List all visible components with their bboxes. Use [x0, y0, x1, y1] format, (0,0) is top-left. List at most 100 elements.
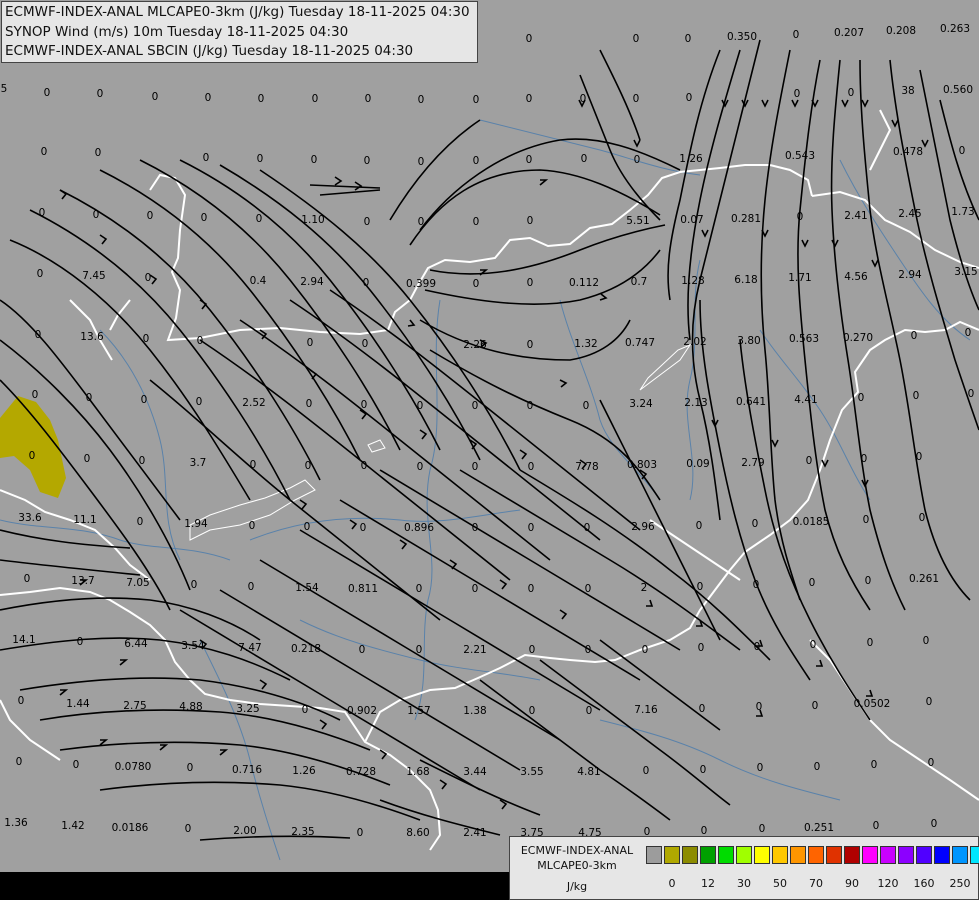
sbcin-label: 0: [580, 93, 587, 105]
sbcin-label: 7.05: [126, 577, 149, 589]
sbcin-label: 0: [141, 394, 148, 406]
sbcin-label: 0: [201, 212, 208, 224]
sbcin-label: 0: [139, 455, 146, 467]
sbcin-label: 0.902: [347, 705, 377, 717]
legend-swatch: [952, 846, 968, 864]
sbcin-label: 0: [926, 696, 933, 708]
sbcin-label: 1.38: [463, 705, 486, 717]
sbcin-label: 0: [417, 400, 424, 412]
legend-swatch: [844, 846, 860, 864]
sbcin-label: 0: [361, 460, 368, 472]
sbcin-label: 0: [756, 701, 763, 713]
sbcin-label: 0: [311, 154, 318, 166]
sbcin-label: 0: [867, 637, 874, 649]
sbcin-label: 0.641: [736, 396, 766, 408]
sbcin-label: 4.81: [577, 766, 600, 778]
legend-swatch: [718, 846, 734, 864]
sbcin-label: 7.45: [82, 270, 105, 282]
sbcin-label: 0.478: [893, 146, 923, 158]
sbcin-label: 0: [848, 87, 855, 99]
sbcin-label: 0: [416, 583, 423, 595]
sbcin-label: 7.47: [238, 642, 261, 654]
legend-swatch: [970, 846, 979, 864]
sbcin-label: 2.52: [242, 397, 265, 409]
sbcin-label: 0: [814, 761, 821, 773]
sbcin-label: 2.41: [463, 827, 486, 839]
sbcin-label: 0: [306, 398, 313, 410]
sbcin-label: 0.350: [727, 31, 757, 43]
sbcin-label: 0: [257, 153, 264, 165]
sbcin-label: 0.7: [631, 276, 648, 288]
sbcin-label: 0: [527, 400, 534, 412]
sbcin-label: 0: [304, 521, 311, 533]
sbcin-label: 0.0780: [115, 761, 152, 773]
map-title-box: ECMWF-INDEX-ANAL MLCAPE0-3km (J/kg) Tues…: [1, 1, 478, 63]
sbcin-label: 3.55: [520, 766, 543, 778]
sbcin-label: 0: [526, 93, 533, 105]
sbcin-label: 0: [931, 818, 938, 830]
sbcin-label: 7.78: [575, 461, 598, 473]
sbcin-label: 0: [529, 705, 536, 717]
sbcin-label: 0.896: [404, 522, 434, 534]
legend-swatch: [808, 846, 824, 864]
sbcin-label: 4.56: [844, 271, 868, 283]
sbcin-label: 1.57: [407, 705, 430, 717]
sbcin-label: 0: [527, 339, 534, 351]
sbcin-label: 0: [37, 268, 44, 280]
sbcin-label: 0.281: [731, 213, 761, 225]
sbcin-label: 0: [873, 820, 880, 832]
sbcin-label: 0: [41, 146, 48, 158]
sbcin-label: 2.13: [684, 397, 707, 409]
sbcin-label: 0: [643, 765, 650, 777]
sbcin-label: 5: [1, 83, 8, 95]
sbcin-label: 0: [305, 460, 312, 472]
sbcin-label: 0: [365, 93, 372, 105]
sbcin-label: 0: [197, 335, 204, 347]
sbcin-label: 0: [256, 213, 263, 225]
sbcin-label: 4.41: [794, 394, 817, 406]
sbcin-label: 0: [528, 522, 535, 534]
sbcin-label: 1.71: [788, 272, 811, 284]
sbcin-label: 1.73: [951, 206, 974, 218]
sbcin-label: 1.32: [574, 338, 597, 350]
sbcin-label: 0: [585, 583, 592, 595]
sbcin-label: 0: [759, 823, 766, 835]
sbcin-label: 3.80: [737, 335, 760, 347]
sbcin-label: 0.803: [627, 459, 657, 471]
sbcin-label: 8.60: [406, 827, 429, 839]
sbcin-label: 1.10: [301, 214, 324, 226]
sbcin-label: 0: [312, 93, 319, 105]
legend-unit: J/kg: [566, 880, 588, 893]
sbcin-label: 0: [307, 337, 314, 349]
sbcin-label: 2: [641, 582, 648, 594]
sbcin-label: 1.68: [406, 766, 429, 778]
sbcin-label: 2.45: [898, 208, 921, 220]
sbcin-label: 0: [418, 156, 425, 168]
sbcin-label: 0: [529, 644, 536, 656]
sbcin-label: 0: [959, 145, 966, 157]
sbcin-label: 3.44: [463, 766, 487, 778]
sbcin-label: 0.112: [569, 277, 599, 289]
title-line-sbcin: ECMWF-INDEX-ANAL SBCIN (J/kg) Tuesday 18…: [5, 43, 414, 59]
sbcin-label: 2.21: [463, 644, 486, 656]
sbcin-label: 0: [473, 155, 480, 167]
sbcin-label: 0: [137, 516, 144, 528]
sbcin-label: 0.251: [804, 822, 834, 834]
sbcin-label: 0.811: [348, 583, 378, 595]
sbcin-label: 0.261: [909, 573, 939, 585]
legend-tick-label: 250: [949, 877, 971, 890]
sbcin-label: 0.747: [625, 337, 655, 349]
sbcin-label: 0: [585, 644, 592, 656]
legend-swatch: [646, 846, 662, 864]
sbcin-label: 0: [258, 93, 265, 105]
sbcin-label: 2.00: [233, 825, 256, 837]
sbcin-label: 0: [806, 455, 813, 467]
sbcin-label: 0: [152, 91, 159, 103]
sbcin-label: 0: [364, 155, 371, 167]
sbcin-label: 0: [753, 579, 760, 591]
sbcin-label: 0: [697, 581, 704, 593]
color-legend: ECMWF-INDEX-ANAL MLCAPE0-3km J/kg 0 12 30 5…: [509, 836, 979, 900]
sbcin-label: 0.560: [943, 84, 973, 96]
sbcin-label: 0: [73, 759, 80, 771]
sbcin-label: 0: [18, 695, 25, 707]
